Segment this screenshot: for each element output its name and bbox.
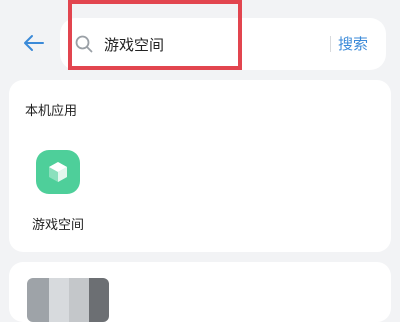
search-input[interactable] [104,32,334,56]
result-card[interactable] [9,262,391,322]
app-item-game-space[interactable]: 游戏空间 [21,150,93,240]
search-divider [330,36,331,52]
arrow-left-icon [24,35,44,51]
search-icon [75,35,93,53]
search-box[interactable]: 搜索 [60,18,386,70]
back-button[interactable] [20,29,48,57]
search-button[interactable]: 搜索 [338,33,368,54]
local-apps-card: 本机应用 游戏空间 [9,80,391,252]
result-thumbnail [27,278,109,322]
app-label: 游戏空间 [31,218,84,233]
section-title: 本机应用 [25,104,78,119]
game-space-cube-icon [36,150,80,194]
